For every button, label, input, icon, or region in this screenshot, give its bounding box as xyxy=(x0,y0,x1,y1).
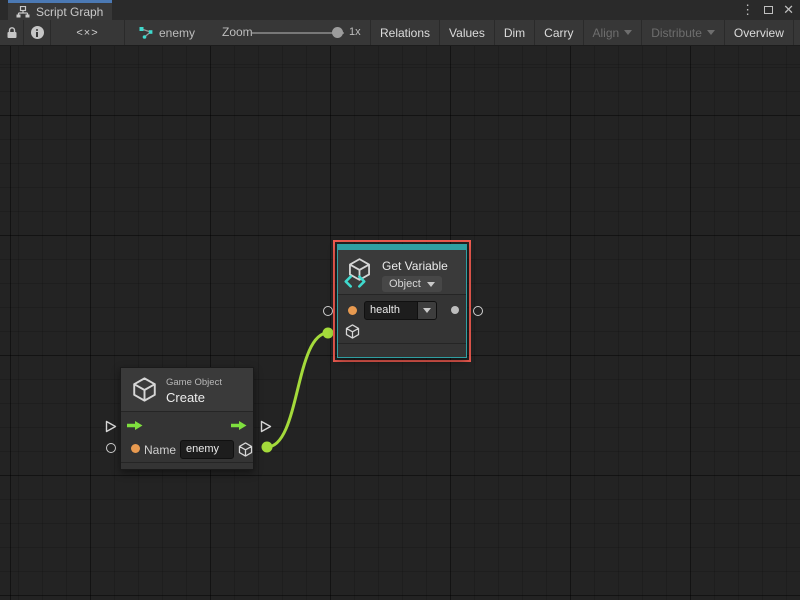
node-category: Game Object xyxy=(166,377,222,388)
graph-toolbar: <×> enemy Zoom 1x Relations Values Dim C… xyxy=(0,20,800,46)
info-icon xyxy=(31,26,44,39)
lock-button[interactable] xyxy=(0,20,24,45)
values-button[interactable]: Values xyxy=(439,20,494,45)
get-variable-name-input-port[interactable] xyxy=(323,306,333,316)
string-port-dot[interactable] xyxy=(131,444,140,453)
flow-out-arrow-icon[interactable] xyxy=(231,420,247,431)
chevron-down-icon xyxy=(707,30,715,35)
create-name-row: Name enemy xyxy=(121,439,253,463)
get-variable-body: health xyxy=(338,295,466,344)
string-port-dot[interactable] xyxy=(348,306,357,315)
breadcrumb-graph-name: enemy xyxy=(159,26,195,40)
create-flow-row xyxy=(121,412,253,439)
variable-name-field[interactable]: health xyxy=(364,301,418,320)
name-port-label: Name xyxy=(144,443,176,457)
node-create-game-object[interactable]: Game Object Create Name enemy xyxy=(120,367,254,470)
window-menu-icon[interactable]: ⋮ xyxy=(741,0,754,20)
get-variable-header: Get Variable Object xyxy=(338,250,466,295)
variable-scope-dropdown[interactable]: Object xyxy=(382,276,442,292)
chevron-down-icon xyxy=(423,308,431,313)
window-maximize-icon[interactable] xyxy=(764,6,773,14)
create-name-input-port[interactable] xyxy=(106,443,116,453)
zoom-value: 1x xyxy=(349,20,361,45)
code-preview-icon: <×> xyxy=(76,27,98,39)
script-graph-asset-icon xyxy=(138,26,154,40)
node-title: Get Variable xyxy=(382,259,448,273)
gameobject-cube-icon xyxy=(130,375,159,404)
distribute-dropdown-button[interactable]: Distribute xyxy=(641,20,724,45)
value-output-dot[interactable] xyxy=(451,306,459,314)
carry-button[interactable]: Carry xyxy=(534,20,582,45)
fullscreen-button[interactable]: Full Screen xyxy=(793,20,800,45)
get-variable-value-output-port[interactable] xyxy=(473,306,483,316)
tab-script-graph[interactable]: Script Graph xyxy=(8,0,112,20)
relations-button[interactable]: Relations xyxy=(370,20,439,45)
gameobject-port-cube-icon[interactable] xyxy=(344,323,361,340)
chevron-down-icon xyxy=(624,30,632,35)
dim-button[interactable]: Dim xyxy=(494,20,534,45)
create-header: Game Object Create xyxy=(121,368,253,412)
create-flow-output-port[interactable] xyxy=(260,420,272,433)
zoom-label: Zoom xyxy=(222,20,253,45)
code-preview-button[interactable]: <×> xyxy=(51,20,125,45)
chevron-down-icon xyxy=(427,282,435,287)
info-button[interactable] xyxy=(24,20,51,45)
title-bar: Script Graph ⋮ ✕ xyxy=(0,0,800,20)
get-variable-footer xyxy=(338,344,466,357)
code-brackets-icon xyxy=(344,275,366,288)
name-value-field[interactable]: enemy xyxy=(180,440,234,459)
node-get-variable[interactable]: Get Variable Object health xyxy=(337,244,467,358)
lock-icon xyxy=(6,26,18,39)
node-get-variable-selection-outline: Get Variable Object health xyxy=(333,240,471,362)
flow-in-arrow-icon[interactable] xyxy=(127,420,143,431)
align-dropdown-button[interactable]: Align xyxy=(583,20,642,45)
zoom-slider-handle[interactable] xyxy=(332,27,343,38)
script-graph-window: Script Graph ⋮ ✕ <×> xyxy=(0,0,800,600)
create-flow-input-port[interactable] xyxy=(105,420,117,433)
window-close-icon[interactable]: ✕ xyxy=(783,0,794,20)
tab-title: Script Graph xyxy=(36,5,103,19)
node-title: Create xyxy=(166,390,205,405)
zoom-slider-track[interactable] xyxy=(252,32,344,34)
create-footer xyxy=(121,463,253,469)
graph-hierarchy-icon xyxy=(16,6,30,18)
variable-name-dropdown-button[interactable] xyxy=(418,301,437,320)
breadcrumb[interactable]: enemy xyxy=(138,20,195,45)
overview-button[interactable]: Overview xyxy=(724,20,793,45)
gameobject-output-cube-icon[interactable] xyxy=(237,441,254,458)
